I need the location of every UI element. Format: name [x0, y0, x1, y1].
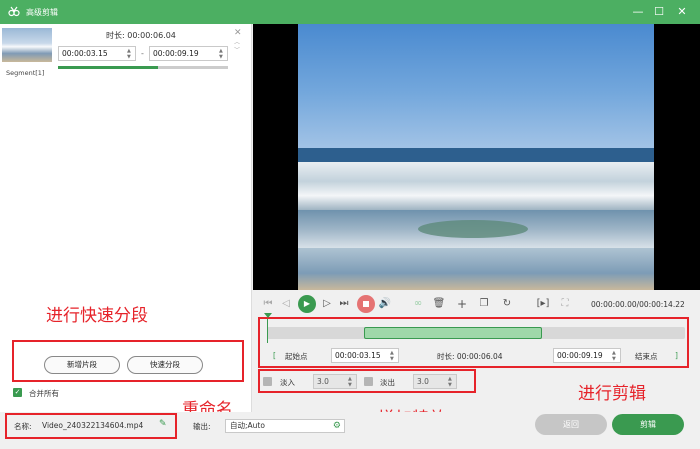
reorder-arrows-icon[interactable]: ︿ ﹀ [234, 39, 240, 55]
go-to-start-icon[interactable]: ⏮ [260, 296, 276, 312]
output-value: 自动;Auto [230, 421, 265, 430]
fade-out-value: 3.0 [417, 377, 429, 386]
start-bracket-icon: [ [273, 351, 276, 360]
link-icon[interactable]: ∞ [410, 296, 426, 312]
fade-out-input[interactable]: 3.0 ▲ ▼ [413, 374, 457, 389]
spinner-icon[interactable]: ▲ ▼ [348, 376, 354, 388]
fullscreen-icon[interactable]: ⛶ [557, 296, 573, 312]
new-segment-button[interactable]: 新增片段 [44, 356, 120, 374]
spinner-icon[interactable]: ▲ ▼ [219, 48, 225, 60]
spinner-icon[interactable]: ▲ ▼ [612, 350, 618, 362]
segment-start-time-input[interactable]: 00:00:03.15 ▲ ▼ [58, 46, 136, 61]
segment-end-time-value: 00:00:09.19 [153, 49, 199, 58]
merge-all-label: 合并所有 [29, 389, 59, 398]
fade-in-input[interactable]: 3.0 ▲ ▼ [313, 374, 357, 389]
cut-button[interactable]: 剪辑 [612, 414, 684, 435]
segment-progress-bar [58, 66, 228, 69]
name-label: 名称: [14, 422, 32, 431]
window-title: 高级剪辑 [26, 8, 58, 17]
annotation-quick-split: 进行快速分段 [46, 306, 148, 326]
video-preview[interactable] [253, 24, 700, 290]
end-bracket-icon: ] [675, 351, 678, 360]
annotation-edit: 进行剪辑 [578, 384, 646, 404]
close-button[interactable]: ✕ [674, 4, 690, 20]
segment-duration: 时长: 00:00:06.04 [106, 31, 176, 40]
bottom-bar: 名称: Video_240322134604.mp4 ✎ 输出: 自动;Auto… [0, 412, 700, 449]
time-separator: - [141, 49, 144, 58]
segment-start-time-value: 00:00:03.15 [62, 49, 108, 58]
output-label: 输出: [193, 422, 211, 431]
set-end-point-button[interactable]: 结束点 [635, 351, 658, 362]
playback-timecode: 00:00:00.00/00:00:14.22 [591, 300, 685, 309]
fade-in-value: 3.0 [317, 377, 329, 386]
segment-end-time-input[interactable]: 00:00:09.19 ▲ ▼ [149, 46, 228, 61]
merge-all-checkbox[interactable]: ✓ [13, 388, 22, 397]
previous-frame-icon[interactable]: ◁ [278, 296, 294, 312]
add-icon[interactable]: + [454, 296, 470, 312]
timeline-selection[interactable] [364, 327, 542, 339]
fade-out-checkbox[interactable] [364, 377, 373, 386]
stop-button[interactable] [357, 295, 375, 313]
trim-end-time-value: 00:00:09.19 [557, 351, 603, 360]
fade-out-label: 淡出 [380, 378, 395, 387]
fit-screen-icon[interactable]: [▸] [535, 296, 551, 312]
maximize-button[interactable]: ☐ [651, 4, 667, 20]
segment-label: Segment[1] [6, 69, 45, 77]
edit-name-icon[interactable]: ✎ [159, 419, 167, 429]
trim-row: [ 起始点 00:00:03.15 ▲ ▼ 时长: 00:00:06.04 00:… [267, 348, 685, 364]
fade-in-label: 淡入 [280, 378, 295, 387]
set-start-point-button[interactable]: 起始点 [285, 351, 308, 362]
video-frame [298, 24, 654, 290]
copy-icon[interactable]: ❐ [476, 296, 492, 312]
fade-in-checkbox[interactable] [263, 377, 272, 386]
output-select[interactable]: 自动;Auto ⚙ [225, 419, 345, 433]
player-toolbar: ⏮ ◁ ▶ ▷ ⏭ 🔊 ∞ 🗑 + ❐ ↻ [▸] ⛶ 00:00:00.00/… [253, 292, 700, 316]
app-logo-icon [8, 6, 20, 17]
rotate-icon[interactable]: ↻ [499, 296, 515, 312]
segment-progress-fill [58, 66, 159, 69]
trim-start-time-value: 00:00:03.15 [335, 351, 381, 360]
next-frame-icon[interactable]: ▷ [319, 296, 335, 312]
spinner-icon[interactable]: ▲ ▼ [448, 376, 454, 388]
play-button[interactable]: ▶ [298, 295, 316, 313]
spinner-icon[interactable]: ▲ ▼ [390, 350, 396, 362]
delete-icon[interactable]: 🗑 [431, 296, 447, 312]
quick-split-button[interactable]: 快速分段 [127, 356, 203, 374]
volume-icon[interactable]: 🔊 [377, 296, 393, 312]
trim-start-time-input[interactable]: 00:00:03.15 ▲ ▼ [331, 348, 399, 363]
back-button[interactable]: 返回 [535, 414, 607, 435]
segment-thumbnail[interactable] [2, 28, 52, 62]
spinner-icon[interactable]: ▲ ▼ [127, 48, 133, 60]
trim-duration: 时长: 00:00:06.04 [437, 352, 503, 361]
go-to-end-icon[interactable]: ⏭ [336, 296, 352, 312]
playhead[interactable] [264, 313, 272, 343]
timeline[interactable] [264, 313, 685, 343]
delete-segment-icon[interactable]: ✕ [234, 28, 242, 38]
trim-end-time-input[interactable]: 00:00:09.19 ▲ ▼ [553, 348, 621, 363]
file-name-value: Video_240322134604.mp4 [42, 421, 144, 430]
title-bar: 高级剪辑 — ☐ ✕ [0, 0, 700, 24]
gear-icon[interactable]: ⚙ [333, 420, 341, 432]
minimize-button[interactable]: — [630, 4, 646, 20]
